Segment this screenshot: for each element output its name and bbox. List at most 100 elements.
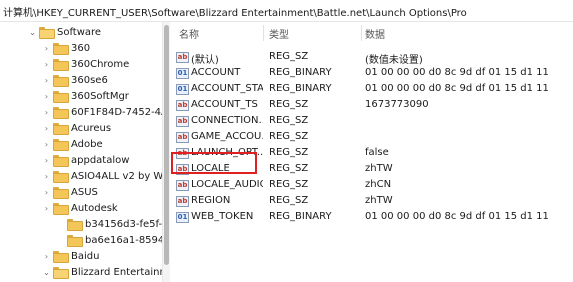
tree-item[interactable]: › 360Chrome: [42, 56, 129, 72]
chevron-down-icon[interactable]: ⌄: [28, 28, 37, 37]
value-data: 01 00 00 00 d0 8c 9d df 01 15 d1 11: [365, 211, 549, 222]
chevron-down-icon[interactable]: ⌄: [42, 268, 51, 277]
folder-icon: [67, 219, 83, 231]
value-data: 01 00 00 00 d0 8c 9d df 01 15 d1 11: [365, 67, 549, 78]
address-path: 计算机\HKEY_CURRENT_USER\Software\Blizzard …: [3, 8, 467, 19]
value-type: REG_SZ: [269, 147, 309, 158]
value-type: REG_SZ: [269, 115, 309, 126]
folder-icon: [53, 43, 69, 55]
value-data: false: [365, 147, 389, 158]
tree-item-label: ASIO4ALL v2 by W: [71, 170, 162, 182]
string-value-icon: ab: [176, 196, 189, 207]
chevron-right-icon[interactable]: ›: [42, 44, 51, 53]
tree-item-label: Baidu: [71, 250, 100, 262]
folder-icon: [53, 75, 69, 87]
value-type: REG_SZ: [269, 51, 309, 62]
tree-item-label: b34156d3-fe5f-5fc: [85, 218, 162, 230]
chevron-right-icon[interactable]: ›: [42, 76, 51, 85]
column-header-data[interactable]: 数据: [365, 26, 385, 41]
tree-item[interactable]: ⌄ Blizzard Entertainn: [42, 264, 162, 280]
value-name: (默认): [191, 55, 219, 66]
tree-item[interactable]: › 360: [42, 40, 90, 56]
value-row[interactable]: 01 ACCOUNT REG_BINARY 01 00 00 00 d0 8c 9d …: [171, 66, 573, 82]
tree-item-label: 360se6: [71, 74, 108, 86]
value-name: REGION: [191, 195, 231, 206]
tree-item[interactable]: › Baidu: [42, 248, 99, 264]
value-data: zhTW: [365, 195, 393, 206]
tree-item-label: 360SoftMgr: [71, 90, 129, 102]
tree-item-label: appdatalow: [71, 154, 130, 166]
address-bar[interactable]: 计算机\HKEY_CURRENT_USER\Software\Blizzard …: [0, 0, 573, 22]
tree-item[interactable]: › Autodesk: [42, 200, 118, 216]
folder-icon: [53, 251, 69, 263]
chevron-right-icon[interactable]: ›: [42, 156, 51, 165]
folder-icon: [53, 107, 69, 119]
column-divider[interactable]: [263, 25, 264, 41]
highlight-box: [171, 152, 257, 174]
value-type: REG_BINARY: [269, 83, 332, 94]
value-name: LOCALE_AUDIO: [191, 179, 263, 190]
value-row[interactable]: ab REGION REG_SZ zhTW: [171, 194, 573, 210]
folder-icon: [53, 59, 69, 71]
chevron-right-icon[interactable]: ›: [42, 188, 51, 197]
value-data: (数值未设置): [365, 55, 423, 66]
folder-icon: [67, 235, 83, 247]
tree-scrollbar-thumb[interactable]: [164, 25, 169, 265]
column-header-name[interactable]: 名称: [179, 26, 199, 41]
value-name: CONNECTION...: [191, 115, 263, 126]
chevron-right-icon[interactable]: ›: [42, 124, 51, 133]
chevron-right-icon[interactable]: ›: [42, 92, 51, 101]
folder-icon: [53, 203, 69, 215]
chevron-right-icon[interactable]: ›: [42, 172, 51, 181]
chevron-right-icon[interactable]: ›: [42, 140, 51, 149]
value-row[interactable]: ab LOCALE_AUDIO REG_SZ zhCN: [171, 178, 573, 194]
tree-item[interactable]: › ASIO4ALL v2 by W: [42, 168, 162, 184]
value-row[interactable]: 01ACCOUNT_STA... REG_BINARY 01 00 00 00 d0…: [171, 82, 573, 98]
value-type: REG_SZ: [269, 163, 309, 174]
tree-item-label: Software: [57, 26, 102, 38]
value-name: ACCOUNT_TS: [191, 99, 258, 110]
chevron-right-icon[interactable]: ›: [42, 252, 51, 261]
string-value-icon: ab: [176, 52, 189, 63]
tree-item[interactable]: › 360SoftMgr: [42, 88, 129, 104]
column-header-type[interactable]: 类型: [269, 26, 289, 41]
tree-item-label: Blizzard Entertainn: [71, 266, 162, 278]
folder-icon: [53, 91, 69, 103]
value-type: REG_BINARY: [269, 67, 332, 78]
tree-item[interactable]: › Adobe: [42, 136, 103, 152]
value-row[interactable]: ab GAME_ACCOU... REG_SZ: [171, 130, 573, 146]
tree-item[interactable]: ba6e16a1-8594-56: [56, 232, 162, 248]
tree-item[interactable]: › Acureus: [42, 120, 111, 136]
tree-scrollbar[interactable]: [162, 22, 170, 282]
tree-item[interactable]: › 60F1F84D-7452-4A: [42, 104, 162, 120]
tree-item[interactable]: › appdatalow: [42, 152, 129, 168]
value-type: REG_BINARY: [269, 211, 332, 222]
string-value-icon: ab: [176, 132, 189, 143]
string-value-icon: ab: [176, 116, 189, 127]
tree-item-label: ASUS: [71, 186, 98, 198]
tree-item-label: ba6e16a1-8594-56: [85, 234, 162, 246]
value-data: 01 00 00 00 d0 8c 9d df 01 15 d1 11: [365, 83, 549, 94]
string-value-icon: ab: [176, 100, 189, 111]
tree-item[interactable]: b34156d3-fe5f-5fc: [56, 216, 162, 232]
value-type: REG_SZ: [269, 99, 309, 110]
column-divider[interactable]: [361, 25, 362, 41]
tree-item[interactable]: › 360se6: [42, 72, 108, 88]
tree-item[interactable]: › ASUS: [42, 184, 98, 200]
value-name: ACCOUNT_STA...: [191, 83, 263, 94]
value-row[interactable]: ab (默认) REG_SZ (数值未设置): [171, 50, 573, 66]
values-list: 名称 类型 数据 ab (默认) REG_SZ (数值未设置) 01 ACCOUNT REG…: [171, 22, 573, 282]
chevron-right-icon[interactable]: ›: [42, 60, 51, 69]
chevron-right-icon[interactable]: ›: [42, 108, 51, 117]
value-row[interactable]: 01 WEB_TOKEN REG_BINARY 01 00 00 00 d0 8c 9…: [171, 210, 573, 226]
value-type: REG_SZ: [269, 195, 309, 206]
tree-item-label: Autodesk: [71, 202, 118, 214]
registry-tree[interactable]: ⌄ Software › 360 › 360Chrome › 360se6 › 360SoftMg…: [0, 22, 162, 282]
chevron-right-icon[interactable]: ›: [42, 204, 51, 213]
value-row[interactable]: ab ACCOUNT_TS REG_SZ 1673773090: [171, 98, 573, 114]
binary-value-icon: 01: [176, 68, 189, 79]
tree-item-label: 360Chrome: [71, 58, 130, 70]
tree-item[interactable]: ⌄ Software: [28, 24, 101, 40]
value-row[interactable]: ab CONNECTION... REG_SZ: [171, 114, 573, 130]
folder-icon: [53, 187, 69, 199]
